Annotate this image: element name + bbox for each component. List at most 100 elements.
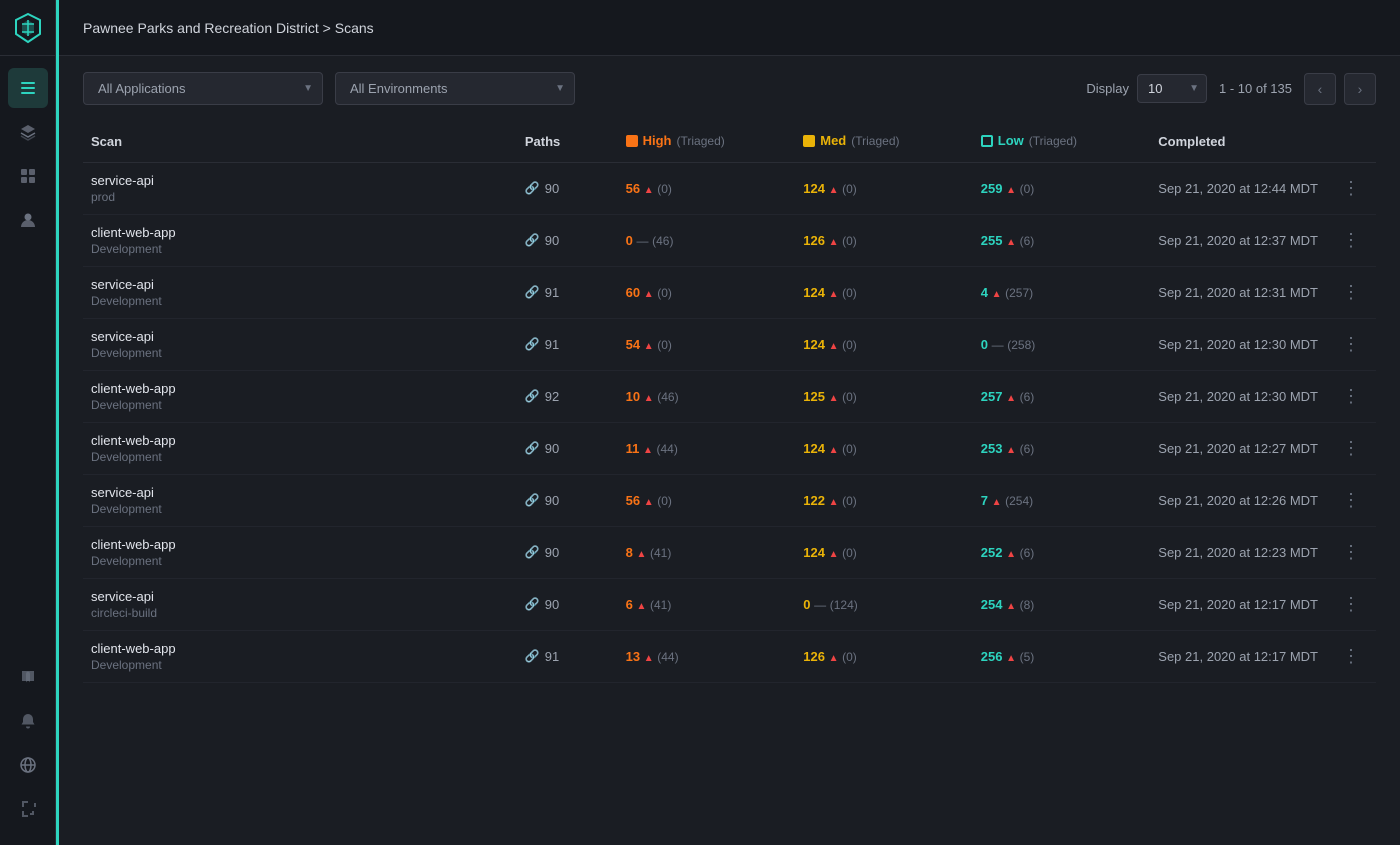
high-triaged: (0) xyxy=(657,494,672,508)
completed-value: Sep 21, 2020 at 12:27 MDT xyxy=(1158,441,1318,456)
low-triaged-label: (Triaged) xyxy=(1029,134,1077,148)
row-more-button[interactable]: ⋮ xyxy=(1334,434,1368,462)
display-count-select[interactable]: 10 25 50 xyxy=(1137,74,1207,103)
link-icon: 🔗 xyxy=(525,649,540,663)
low-value: 255 xyxy=(981,233,1003,248)
low-triaged: (6) xyxy=(1020,442,1035,456)
row-more-button[interactable]: ⋮ xyxy=(1334,590,1368,618)
med-triaged: (0) xyxy=(842,546,857,560)
low-arrow-icon: ▲ xyxy=(992,497,1002,508)
table-row: service-apiprod🔗9056 ▲ (0)124 ▲ (0)259 ▲… xyxy=(83,162,1376,214)
paths-value: 90 xyxy=(545,597,559,612)
low-arrow-icon: ▲ xyxy=(1006,653,1016,664)
paths-cell: 🔗92 xyxy=(525,389,610,404)
low-arrow-icon: ▲ xyxy=(1006,445,1016,456)
high-triaged: (0) xyxy=(657,338,672,352)
high-arrow-icon: ▲ xyxy=(644,185,654,196)
sidebar-item-book[interactable] xyxy=(8,657,48,697)
med-arrow-icon: ▲ xyxy=(829,341,839,352)
low-badge-icon xyxy=(981,135,993,147)
scans-table: Scan Paths High (Triaged) Med (T xyxy=(83,121,1376,683)
row-more-button[interactable]: ⋮ xyxy=(1334,226,1368,254)
scan-name: service-api xyxy=(91,329,509,344)
completed-value: Sep 21, 2020 at 12:23 MDT xyxy=(1158,545,1318,560)
low-value: 254 xyxy=(981,597,1003,612)
toolbar: All Applications ▼ All Environments ▼ Di… xyxy=(59,56,1400,121)
low-triaged: (0) xyxy=(1020,182,1035,196)
active-indicator xyxy=(56,0,59,845)
link-icon: 🔗 xyxy=(525,493,540,507)
row-more-button[interactable]: ⋮ xyxy=(1334,278,1368,306)
sidebar-item-expand[interactable] xyxy=(8,789,48,829)
row-more-button[interactable]: ⋮ xyxy=(1334,330,1368,358)
completed-value: Sep 21, 2020 at 12:30 MDT xyxy=(1158,337,1318,352)
apps-filter[interactable]: All Applications xyxy=(83,72,323,105)
apps-filter-wrapper: All Applications ▼ xyxy=(83,72,323,105)
med-triaged: (0) xyxy=(842,390,857,404)
scan-env: Development xyxy=(91,242,509,256)
low-value: 7 xyxy=(981,493,988,508)
completed-value: Sep 21, 2020 at 12:31 MDT xyxy=(1158,285,1318,300)
sidebar-bottom xyxy=(8,657,48,845)
table-row: client-web-appDevelopment🔗900 — (46)126 … xyxy=(83,214,1376,266)
col-actions xyxy=(1326,121,1376,162)
high-value: 60 xyxy=(626,285,640,300)
row-more-button[interactable]: ⋮ xyxy=(1334,486,1368,514)
col-paths: Paths xyxy=(517,121,618,162)
med-triaged: (0) xyxy=(842,494,857,508)
paths-value: 92 xyxy=(545,389,559,404)
sidebar xyxy=(0,0,56,845)
med-triaged: (0) xyxy=(842,234,857,248)
high-label: High xyxy=(643,133,672,148)
sidebar-item-globe[interactable] xyxy=(8,745,48,785)
col-scan: Scan xyxy=(83,121,517,162)
high-value: 11 xyxy=(626,441,640,456)
high-arrow-icon: ▲ xyxy=(643,445,653,456)
sidebar-item-layers[interactable] xyxy=(8,112,48,152)
paths-cell: 🔗91 xyxy=(525,285,610,300)
med-triaged: (0) xyxy=(842,182,857,196)
row-more-button[interactable]: ⋮ xyxy=(1334,174,1368,202)
scan-env: Development xyxy=(91,502,509,516)
sidebar-item-user[interactable] xyxy=(8,200,48,240)
med-value: 125 xyxy=(803,389,825,404)
row-more-button[interactable]: ⋮ xyxy=(1334,538,1368,566)
med-triaged: (124) xyxy=(830,598,858,612)
high-arrow-icon: ▲ xyxy=(644,289,654,300)
row-more-button[interactable]: ⋮ xyxy=(1334,382,1368,410)
low-triaged: (6) xyxy=(1020,390,1035,404)
med-value: 0 xyxy=(803,597,810,612)
sidebar-item-bell[interactable] xyxy=(8,701,48,741)
table-row: client-web-appDevelopment🔗908 ▲ (41)124 … xyxy=(83,526,1376,578)
link-icon: 🔗 xyxy=(525,441,540,455)
link-icon: 🔗 xyxy=(525,337,540,351)
med-value: 126 xyxy=(803,649,825,664)
scan-name: client-web-app xyxy=(91,225,509,240)
row-more-button[interactable]: ⋮ xyxy=(1334,642,1368,670)
display-controls: Display 10 25 50 ▼ 1 - 10 of 135 ‹ › xyxy=(1086,73,1376,105)
sidebar-item-menu[interactable] xyxy=(8,68,48,108)
col-high: High (Triaged) xyxy=(618,121,796,162)
completed-value: Sep 21, 2020 at 12:26 MDT xyxy=(1158,493,1318,508)
col-low: Low (Triaged) xyxy=(973,121,1151,162)
link-icon: 🔗 xyxy=(525,181,540,195)
scan-env: Development xyxy=(91,346,509,360)
med-triaged: (0) xyxy=(842,338,857,352)
paths-value: 91 xyxy=(545,285,559,300)
low-arrow-icon: ▲ xyxy=(1006,549,1016,560)
table-row: service-apiDevelopment🔗9160 ▲ (0)124 ▲ (… xyxy=(83,266,1376,318)
env-filter[interactable]: All Environments xyxy=(335,72,575,105)
low-arrow-icon: ▲ xyxy=(1006,237,1016,248)
prev-page-button[interactable]: ‹ xyxy=(1304,73,1336,105)
low-value: 253 xyxy=(981,441,1003,456)
high-triaged: (0) xyxy=(657,286,672,300)
low-arrow-icon: ▲ xyxy=(992,289,1002,300)
table-header-row: Scan Paths High (Triaged) Med (T xyxy=(83,121,1376,162)
high-arrow-icon: ▲ xyxy=(636,601,646,612)
paths-value: 91 xyxy=(545,337,559,352)
link-icon: 🔗 xyxy=(525,597,540,611)
sidebar-item-grid[interactable] xyxy=(8,156,48,196)
scan-env: Development xyxy=(91,658,509,672)
next-page-button[interactable]: › xyxy=(1344,73,1376,105)
low-arrow-icon: ▲ xyxy=(1006,601,1016,612)
